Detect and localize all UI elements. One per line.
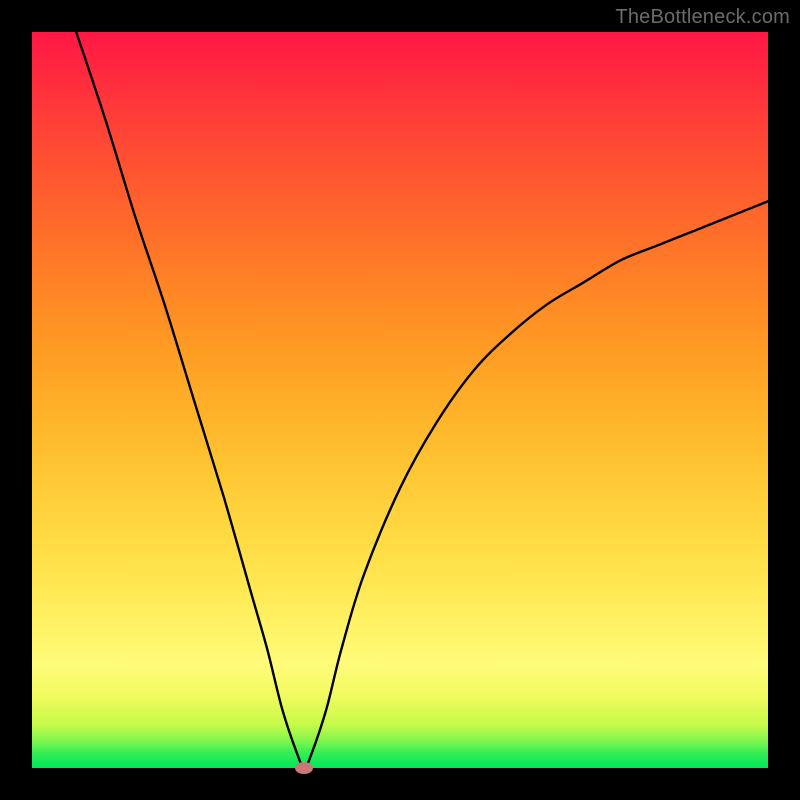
- watermark-text: TheBottleneck.com: [615, 6, 790, 29]
- bottleneck-curve: [32, 32, 768, 768]
- optimal-point-marker: [295, 762, 313, 774]
- chart-frame: TheBottleneck.com: [0, 0, 800, 800]
- plot-area: [32, 32, 768, 768]
